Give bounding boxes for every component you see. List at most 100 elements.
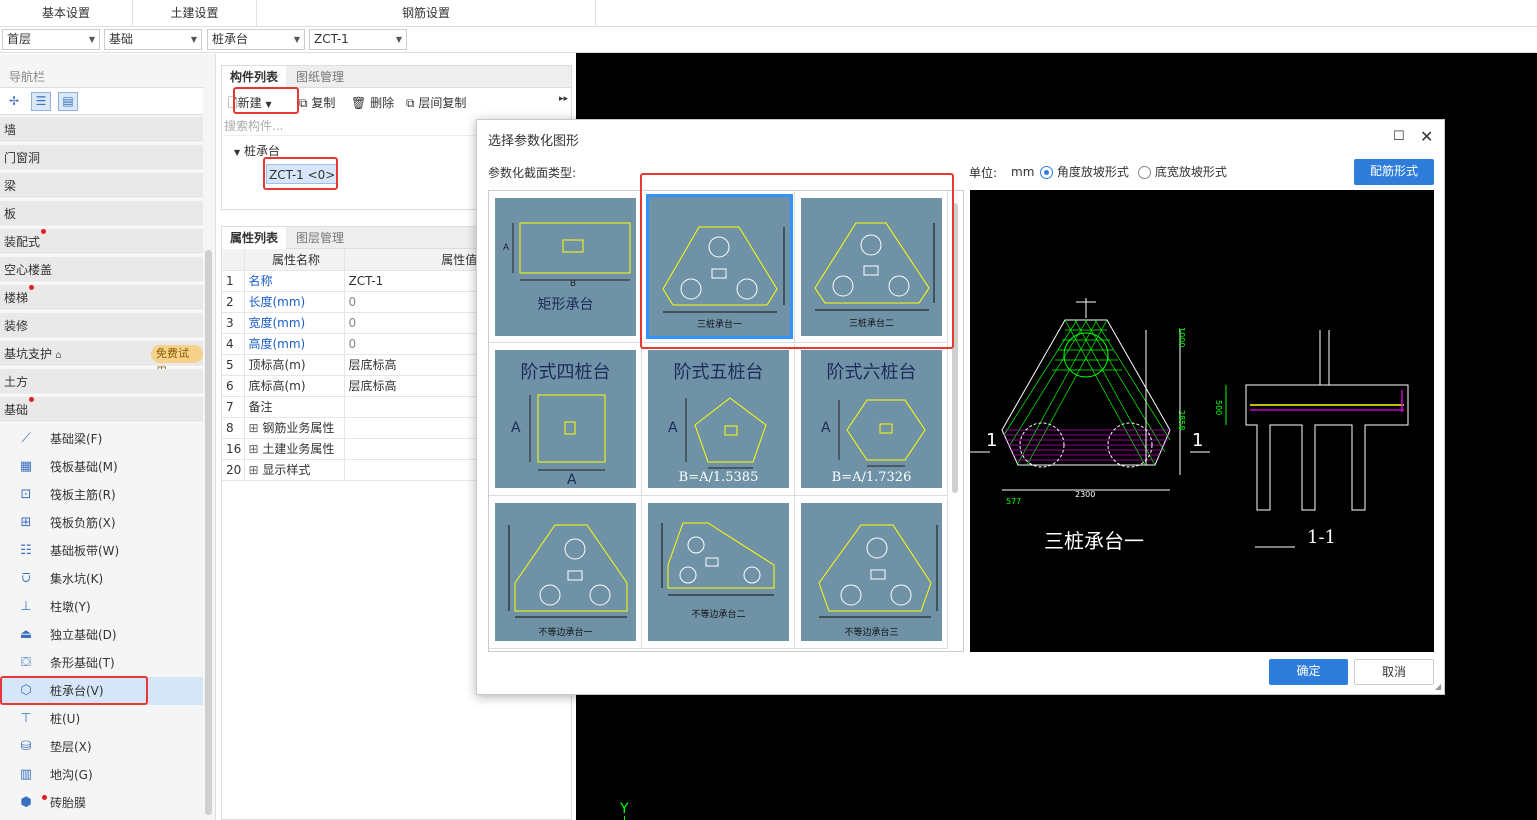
- nav-cat-door-window[interactable]: 门窗洞: [0, 145, 203, 171]
- nav-cat-earthwork[interactable]: 土方: [0, 369, 203, 395]
- shape-cell-5[interactable]: 阶式五桩台 A B=A/1.5385: [642, 344, 795, 496]
- copy-button[interactable]: ⧉ 复制: [299, 94, 335, 111]
- floor-copy-button[interactable]: ⧉ 层间复制: [406, 94, 466, 111]
- shape-cell-1[interactable]: BA 矩形承台: [489, 191, 642, 343]
- component-select[interactable]: ZCT-1 ▼: [309, 29, 407, 50]
- filter-dropdown-row: 首层 ▼ 基础 ▼ 桩承台 ▼ ZCT-1 ▼: [0, 27, 1537, 53]
- raft-foundation-icon: ▦: [19, 459, 33, 474]
- nav-item-pile[interactable]: ⊤ 桩(U): [0, 705, 203, 733]
- tab-basic-settings[interactable]: 基本设置: [0, 0, 133, 27]
- nav-item-foundation-strip[interactable]: ☷ 基础板带(W): [0, 537, 203, 565]
- nav-scrollbar[interactable]: [205, 250, 212, 815]
- close-icon[interactable]: ✕: [1420, 127, 1433, 146]
- header-prop-name: 属性名称: [244, 249, 345, 271]
- property-name-label: 显示样式: [262, 463, 311, 477]
- collapse-icon: ▼: [234, 148, 241, 157]
- dim-1000: 1000: [1177, 327, 1186, 348]
- property-name: 底标高(m): [244, 375, 345, 397]
- shape-name: 阶式四桩台: [520, 362, 611, 383]
- nav-cat-slab[interactable]: 板: [0, 201, 203, 227]
- nav-cat-hollow-floor[interactable]: 空心楼盖: [0, 257, 203, 283]
- chevron-down-icon: ▼: [395, 35, 402, 44]
- detail-view-icon[interactable]: ▤: [58, 92, 78, 111]
- nav-item-raft-foundation[interactable]: ▦ 筏板基础(M): [0, 453, 203, 481]
- nav-item-cushion[interactable]: ⛁ 垫层(X): [0, 733, 203, 761]
- nav-item-strip-foundation[interactable]: ⛋ 条形基础(T): [0, 649, 203, 677]
- expand-icon[interactable]: ⊞: [249, 463, 263, 477]
- nav-item-brick-mold[interactable]: ⬢ 砖胎膜: [0, 789, 203, 817]
- tab-layer-manage[interactable]: 图层管理: [288, 227, 352, 249]
- trash-icon: 🗑: [351, 96, 367, 110]
- pin-icon[interactable]: ✢: [9, 94, 19, 108]
- rebar-config-button[interactable]: 配筋形式: [1354, 159, 1434, 185]
- property-name: 高度(mm): [244, 333, 345, 355]
- nav-item-label: 条形基础(T): [50, 656, 115, 670]
- preview-title: 三桩承台一: [1044, 529, 1144, 553]
- nav-item-foundation-beam[interactable]: ⟋ 基础梁(F): [0, 425, 203, 453]
- shape-cell-9[interactable]: 不等边承台三: [795, 497, 948, 649]
- shape-cell-8[interactable]: 不等边承台二: [642, 497, 795, 649]
- radio-angle-slope[interactable]: 角度放坡形式: [1040, 163, 1129, 180]
- tab-drawing-manage[interactable]: 图纸管理: [288, 66, 352, 88]
- nav-item-label: 基础梁(F): [50, 432, 103, 446]
- nav-toolbar: ✢ ☰ ▤: [0, 87, 203, 115]
- floor-select[interactable]: 首层 ▼: [2, 29, 100, 50]
- tab-property-list[interactable]: 属性列表: [222, 227, 287, 249]
- pile-icon: ⊤: [20, 711, 32, 726]
- chevron-down-icon: ▼: [88, 35, 95, 44]
- component-select-value: ZCT-1: [314, 32, 349, 46]
- nav-cat-pit-support[interactable]: 基坑支护 ⌂ 免费试用: [0, 341, 203, 378]
- property-name-label: 宽度(mm): [248, 316, 306, 330]
- radio-width-slope[interactable]: 底宽放坡形式: [1138, 163, 1227, 180]
- rect-cap-drawing: BA: [503, 222, 631, 289]
- cancel-button[interactable]: 取消: [1354, 659, 1434, 685]
- delete-button[interactable]: 🗑 删除: [351, 94, 394, 111]
- radio-unchecked-icon: [1138, 166, 1151, 179]
- nav-item-raft-main-rebar[interactable]: ⊡ 筏板主筋(R): [0, 481, 203, 509]
- nav-item-sump-pit[interactable]: ⩂ 集水坑(K): [0, 565, 203, 593]
- nav-cat-beam[interactable]: 梁: [0, 173, 203, 199]
- nav-item-label: 桩(U): [50, 712, 81, 726]
- tab-civil-settings[interactable]: 土建设置: [133, 0, 257, 27]
- maximize-icon[interactable]: ☐: [1393, 129, 1405, 144]
- category-select[interactable]: 基础 ▼: [104, 29, 202, 50]
- tab-rebar-settings[interactable]: 钢筋设置: [257, 0, 596, 27]
- nav-item-raft-neg-rebar[interactable]: ⊞ 筏板负筋(X): [0, 509, 203, 537]
- strip-foundation-icon: ⛋: [21, 655, 31, 670]
- y-axis-label: Y: [620, 801, 629, 817]
- ok-button[interactable]: 确定: [1269, 659, 1348, 685]
- nav-item-isolated-foundation[interactable]: ⏏ 独立基础(D): [0, 621, 203, 649]
- section-mark-right: 1: [1192, 430, 1203, 451]
- brick-mold-icon: ⬢: [20, 795, 32, 810]
- nav-cat-prefab[interactable]: 装配式: [0, 229, 203, 255]
- free-trial-badge[interactable]: 免费试用: [151, 345, 203, 378]
- nav-cat-wall[interactable]: 墙: [0, 117, 203, 143]
- resize-grip-icon[interactable]: ◢: [1435, 682, 1441, 691]
- more-icon[interactable]: ▸▸: [559, 94, 568, 104]
- shape-cell-7[interactable]: 不等边承台一: [489, 497, 642, 649]
- shape-cell-6[interactable]: 阶式六桩台 A B=A/1.7326: [795, 344, 948, 496]
- nav-item-column-pier[interactable]: ⊥ 柱墩(Y): [0, 593, 203, 621]
- nav-item-trench[interactable]: ▥ 地沟(G): [0, 761, 203, 789]
- tab-component-list[interactable]: 构件列表: [222, 66, 287, 88]
- top-tab-bar: 基本设置 土建设置 钢筋设置: [0, 0, 1537, 27]
- expand-icon[interactable]: ⊞: [249, 421, 263, 435]
- floor-copy-icon: ⧉: [406, 96, 415, 110]
- list-view-icon[interactable]: ☰: [31, 92, 51, 111]
- shape-stepped-six: 阶式六桩台 A B=A/1.7326: [801, 350, 942, 488]
- nav-cat-decoration[interactable]: 装修: [0, 313, 203, 339]
- property-name: ⊞ 钢筋业务属性: [244, 417, 345, 439]
- component-panel-tabs: 构件列表 图纸管理: [222, 66, 571, 88]
- nav-cat-stairs[interactable]: 楼梯: [0, 285, 203, 311]
- nav-item-label: 基础板带(W): [50, 544, 120, 558]
- highlight-box: [263, 157, 338, 190]
- row-number: 3: [222, 312, 245, 334]
- type-select[interactable]: 桩承台 ▼: [207, 29, 305, 50]
- nav-cat-foundation[interactable]: 基础: [0, 397, 203, 423]
- shape-cell-4[interactable]: 阶式四桩台 A A: [489, 344, 642, 496]
- copy-button-label: 复制: [311, 96, 336, 110]
- expand-icon[interactable]: ⊞: [249, 442, 263, 456]
- nav-item-label: 地沟(G): [50, 768, 93, 782]
- nav-item-label: 垫层(X): [50, 740, 92, 754]
- nav-cat-pit-support-label: 基坑支护: [4, 347, 53, 361]
